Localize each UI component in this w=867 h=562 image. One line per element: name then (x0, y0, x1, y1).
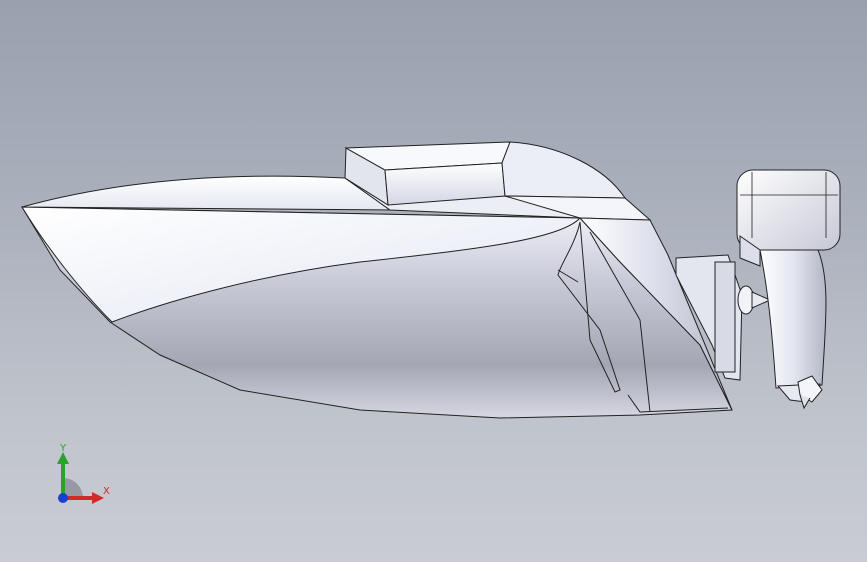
motor-leg (759, 249, 827, 389)
motor-mount-plate (714, 261, 736, 373)
coordinate-triad: Y X (48, 440, 118, 510)
boat-model[interactable] (0, 0, 867, 562)
cockpit-cowl (501, 141, 626, 199)
y-axis-label: Y (60, 443, 67, 454)
z-axis-dot (58, 493, 68, 503)
motor-cowling (736, 169, 841, 251)
triad-axes-icon (57, 452, 104, 504)
deck-top (21, 175, 392, 211)
x-axis-label: X (103, 486, 110, 497)
graphics-viewport[interactable]: Y X (0, 0, 867, 562)
